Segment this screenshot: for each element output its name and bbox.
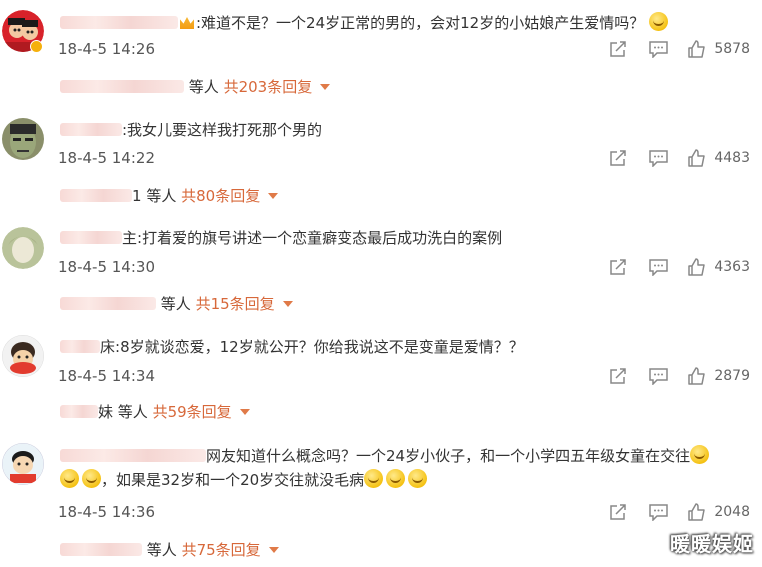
comment-icon bbox=[649, 258, 669, 276]
avatar[interactable] bbox=[2, 227, 44, 269]
chevron-down-icon bbox=[282, 301, 293, 307]
share-button[interactable] bbox=[609, 367, 627, 385]
blurred-replier bbox=[60, 189, 132, 202]
share-button[interactable] bbox=[609, 149, 627, 167]
comment-actions: 2048 bbox=[609, 501, 750, 523]
like-count: 2879 bbox=[714, 368, 750, 384]
comment-actions: 4363 bbox=[609, 256, 750, 278]
like-button[interactable]: 4483 bbox=[688, 149, 750, 167]
sweat-smile-emoji-icon bbox=[82, 469, 101, 488]
comment-icon bbox=[649, 149, 669, 167]
reply-count-link[interactable]: 共80条回复 bbox=[181, 187, 260, 205]
timestamp: 18-4-5 14:36 bbox=[58, 503, 155, 521]
timestamp: 18-4-5 14:30 bbox=[58, 258, 155, 276]
comment-button[interactable] bbox=[649, 40, 669, 58]
thumbs-up-icon bbox=[688, 40, 706, 58]
like-button[interactable]: 2879 bbox=[688, 367, 750, 385]
comment-button[interactable] bbox=[649, 503, 669, 521]
blurred-username[interactable] bbox=[60, 340, 100, 353]
thumbs-up-icon bbox=[688, 367, 706, 385]
comment-actions: 4483 bbox=[609, 147, 750, 169]
comment-actions: 2879 bbox=[609, 365, 750, 387]
reply-count-link[interactable]: 共59条回复 bbox=[153, 403, 232, 421]
like-button[interactable]: 2048 bbox=[688, 503, 750, 521]
share-button[interactable] bbox=[609, 258, 627, 276]
sweat-smile-emoji-icon bbox=[386, 469, 406, 488]
like-button[interactable]: 4363 bbox=[688, 258, 750, 276]
blurred-username[interactable] bbox=[60, 449, 206, 462]
blurred-username[interactable] bbox=[60, 16, 178, 29]
comment-text: 主:打着爱的旗号讲述一个恋童癖变态最后成功洗白的案例 bbox=[60, 228, 502, 248]
timestamp: 18-4-5 14:34 bbox=[58, 367, 155, 385]
reply-summary[interactable]: 等人 共75条回复 bbox=[60, 539, 279, 560]
like-count: 2048 bbox=[714, 504, 750, 520]
verified-badge-icon bbox=[30, 40, 43, 53]
sweat-smile-emoji-icon bbox=[60, 469, 79, 488]
thumbs-up-icon bbox=[688, 149, 706, 167]
watermark: 暖暖娱姬 bbox=[670, 532, 754, 556]
thumbs-up-icon bbox=[688, 503, 706, 521]
comment-text: 网友知道什么概念吗？一个24岁小伙子，和一个小学四五年级女童在交往 ，如果是32… bbox=[60, 444, 750, 492]
blurred-replier bbox=[60, 543, 142, 556]
like-count: 5878 bbox=[714, 41, 750, 57]
share-icon bbox=[610, 504, 627, 520]
reply-summary[interactable]: 等人 共203条回复 bbox=[60, 76, 331, 97]
comment-button[interactable] bbox=[649, 367, 669, 385]
thumbs-up-icon bbox=[688, 258, 706, 276]
share-icon bbox=[610, 41, 627, 57]
timestamp: 18-4-5 14:26 bbox=[58, 40, 155, 58]
chevron-down-icon bbox=[268, 547, 279, 553]
blurred-username[interactable] bbox=[60, 231, 122, 244]
thinking-emoji-icon bbox=[649, 12, 669, 31]
share-icon bbox=[610, 368, 627, 384]
comment-text: 床:8岁就谈恋爱，12岁就公开？你给我说这不是变童是爱情？？ bbox=[60, 337, 524, 357]
sweat-smile-emoji-icon bbox=[364, 469, 384, 488]
comment-button[interactable] bbox=[649, 149, 669, 167]
avatar[interactable] bbox=[2, 118, 44, 160]
share-button[interactable] bbox=[609, 40, 627, 58]
reply-count-link[interactable]: 共75条回复 bbox=[182, 541, 261, 559]
avatar[interactable] bbox=[2, 443, 44, 485]
comment-icon bbox=[649, 503, 669, 521]
like-count: 4363 bbox=[714, 259, 750, 275]
comment-icon bbox=[649, 40, 669, 58]
comment-actions: 5878 bbox=[609, 38, 750, 60]
timestamp: 18-4-5 14:22 bbox=[58, 149, 155, 167]
reply-count-link[interactable]: 共203条回复 bbox=[224, 78, 313, 96]
share-icon bbox=[610, 259, 627, 275]
reply-summary[interactable]: 妹 等人 共59条回复 bbox=[60, 401, 250, 422]
blurred-username[interactable] bbox=[60, 123, 122, 136]
comment-button[interactable] bbox=[649, 258, 669, 276]
like-count: 4483 bbox=[714, 150, 750, 166]
blurred-replier bbox=[60, 297, 156, 310]
reply-count-link[interactable]: 共15条回复 bbox=[196, 295, 275, 313]
share-button[interactable] bbox=[609, 503, 627, 521]
sweat-smile-emoji-icon bbox=[690, 445, 710, 464]
blurred-replier bbox=[60, 80, 184, 93]
comment-icon bbox=[649, 367, 669, 385]
crown-icon bbox=[180, 17, 194, 29]
sweat-smile-emoji-icon bbox=[408, 469, 428, 488]
comment-text: :难道不是？一个24岁正常的男的，会对12岁的小姑娘产生爱情吗？ bbox=[60, 12, 669, 33]
chevron-down-icon bbox=[239, 409, 250, 415]
avatar[interactable] bbox=[2, 335, 44, 377]
chevron-down-icon bbox=[268, 193, 279, 199]
comment-text: :我女儿要这样我打死那个男的 bbox=[60, 120, 322, 140]
chevron-down-icon bbox=[320, 84, 331, 90]
reply-summary[interactable]: 1 等人 共80条回复 bbox=[60, 185, 279, 206]
reply-summary[interactable]: 等人 共15条回复 bbox=[60, 293, 293, 314]
blurred-replier bbox=[60, 405, 98, 418]
share-icon bbox=[610, 150, 627, 166]
like-button[interactable]: 5878 bbox=[688, 40, 750, 58]
